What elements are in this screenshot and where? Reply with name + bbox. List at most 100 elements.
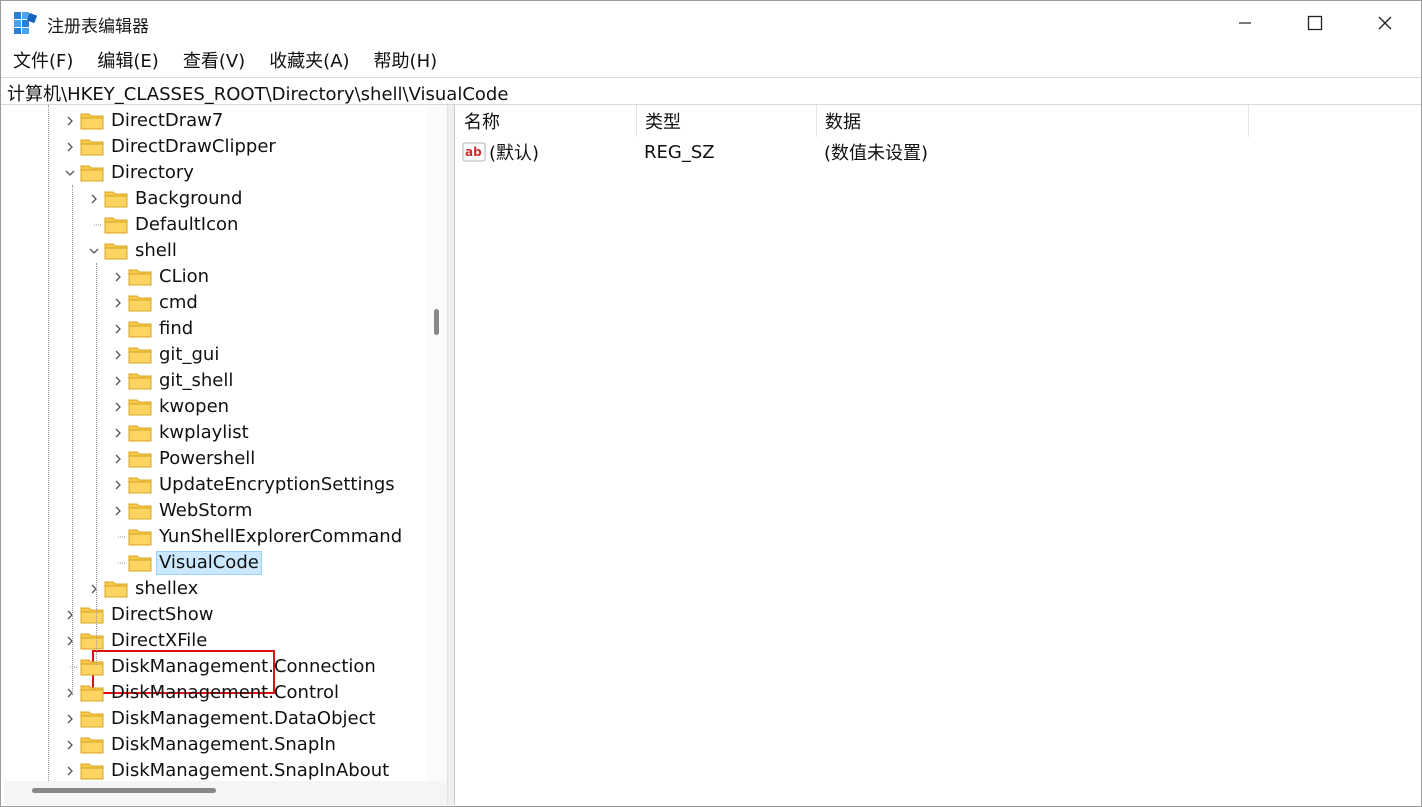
tree-connector — [62, 654, 78, 680]
folder-icon — [104, 238, 128, 264]
tree-item-visualcode[interactable]: VisualCode — [110, 550, 262, 576]
menu-bar: 文件(F) 编辑(E) 查看(V) 收藏夹(A) 帮助(H) — [1, 45, 1421, 75]
folder-icon — [128, 342, 152, 368]
value-type: REG_SZ — [644, 141, 715, 163]
folder-icon — [104, 576, 128, 602]
folder-icon — [104, 186, 128, 212]
tree-item-label: CLion — [159, 266, 210, 287]
column-header-type[interactable]: 类型 — [637, 105, 817, 137]
folder-icon — [128, 264, 152, 290]
tree-item-defaulticon[interactable]: DefaultIcon — [86, 212, 241, 238]
chevron-right-icon[interactable] — [110, 342, 126, 368]
tree-horizontal-scrollbar[interactable] — [4, 781, 447, 805]
chevron-right-icon[interactable] — [110, 290, 126, 316]
menu-edit[interactable]: 编辑(E) — [85, 47, 170, 73]
tree-connector — [110, 524, 126, 550]
chevron-right-icon[interactable] — [62, 706, 78, 732]
menu-view[interactable]: 查看(V) — [171, 47, 257, 73]
menu-favorites[interactable]: 收藏夹(A) — [257, 47, 361, 73]
menu-file[interactable]: 文件(F) — [1, 47, 85, 73]
tree-item-diskmanagement-snapin[interactable]: DiskManagement.SnapIn — [62, 732, 339, 758]
tree-item-label: DiskManagement.Connection — [111, 656, 376, 677]
values-list-pane[interactable]: 名称 类型 数据 ab (默认) REG_SZ (数值未设置) — [456, 105, 1420, 805]
tree-item-label: shell — [135, 240, 177, 261]
tree-item-label: WebStorm — [159, 500, 253, 521]
chevron-right-icon[interactable] — [62, 134, 78, 160]
tree-item-powershell[interactable]: Powershell — [110, 446, 258, 472]
pane-splitter[interactable] — [447, 105, 455, 805]
folder-icon — [128, 420, 152, 446]
menu-help[interactable]: 帮助(H) — [362, 47, 450, 73]
tree-item-label: DirectXFile — [111, 630, 208, 651]
title-bar[interactable]: 注册表编辑器 — [1, 1, 1421, 45]
tree-vertical-scrollbar[interactable] — [427, 105, 447, 781]
chevron-right-icon[interactable] — [62, 732, 78, 758]
chevron-right-icon[interactable] — [62, 108, 78, 134]
chevron-right-icon[interactable] — [86, 186, 102, 212]
chevron-right-icon[interactable] — [86, 576, 102, 602]
folder-icon — [128, 368, 152, 394]
folder-icon — [80, 654, 104, 680]
tree-item-diskmanagement-control[interactable]: DiskManagement.Control — [62, 680, 342, 706]
tree-item-directdraw7[interactable]: DirectDraw7 — [62, 108, 226, 134]
value-type-cell: REG_SZ — [644, 139, 715, 165]
chevron-right-icon[interactable] — [62, 680, 78, 706]
tree-item-label: kwplaylist — [159, 422, 249, 443]
address-path[interactable]: 计算机\HKEY_CLASSES_ROOT\Directory\shell\Vi… — [7, 80, 508, 106]
chevron-right-icon[interactable] — [110, 368, 126, 394]
chevron-right-icon[interactable] — [110, 394, 126, 420]
tree-item-label: UpdateEncryptionSettings — [159, 474, 395, 495]
chevron-right-icon[interactable] — [110, 498, 126, 524]
chevron-right-icon[interactable] — [110, 446, 126, 472]
tree-item-updateencryptionsettings[interactable]: UpdateEncryptionSettings — [110, 472, 398, 498]
column-header-data[interactable]: 数据 — [817, 105, 1249, 137]
tree-item-kwopen[interactable]: kwopen — [110, 394, 232, 420]
tree-item-git-shell[interactable]: git_shell — [110, 368, 236, 394]
key-tree-pane[interactable]: DirectDraw7 DirectDrawClipper Directory Bac… — [4, 105, 447, 805]
tree-item-find[interactable]: find — [110, 316, 196, 342]
folder-icon — [80, 108, 104, 134]
folder-icon — [128, 394, 152, 420]
tree-item-directshow[interactable]: DirectShow — [62, 602, 216, 628]
tree-item-background[interactable]: Background — [86, 186, 245, 212]
tree-guide-line — [72, 185, 73, 695]
chevron-right-icon[interactable] — [62, 758, 78, 784]
chevron-right-icon[interactable] — [110, 264, 126, 290]
folder-icon — [128, 498, 152, 524]
tree-item-diskmanagement-dataobject[interactable]: DiskManagement.DataObject — [62, 706, 379, 732]
chevron-right-icon[interactable] — [62, 602, 78, 628]
tree-item-clion[interactable]: CLion — [110, 264, 212, 290]
tree-item-kwplaylist[interactable]: kwplaylist — [110, 420, 252, 446]
chevron-right-icon[interactable] — [110, 316, 126, 342]
maximize-button[interactable] — [1281, 1, 1349, 45]
close-button[interactable] — [1351, 1, 1419, 45]
tree-item-directdrawclipper[interactable]: DirectDrawClipper — [62, 134, 279, 160]
value-row[interactable]: ab (默认) REG_SZ (数值未设置) — [456, 139, 1420, 165]
tree-item-directory[interactable]: Directory — [62, 160, 197, 186]
tree-item-shellex[interactable]: shellex — [86, 576, 201, 602]
tree-item-diskmanagement-connection[interactable]: DiskManagement.Connection — [62, 654, 379, 680]
column-header-name[interactable]: 名称 — [456, 105, 637, 137]
tree-item-diskmanagement-snapinabout[interactable]: DiskManagement.SnapInAbout — [62, 758, 392, 784]
folder-icon — [128, 550, 152, 576]
tree-vertical-scroll-thumb[interactable] — [434, 309, 439, 335]
tree-item-label: DiskManagement.SnapIn — [111, 734, 336, 755]
tree-item-yunshellexplorercommand[interactable]: YunShellExplorerCommand — [110, 524, 405, 550]
address-bar[interactable]: 计算机\HKEY_CLASSES_ROOT\Directory\shell\Vi… — [1, 77, 1421, 105]
tree-horizontal-scroll-thumb[interactable] — [32, 788, 216, 793]
value-name: (默认) — [489, 143, 540, 164]
tree-item-webstorm[interactable]: WebStorm — [110, 498, 255, 524]
tree-item-directxfile[interactable]: DirectXFile — [62, 628, 210, 654]
folder-icon — [80, 628, 104, 654]
chevron-right-icon[interactable] — [110, 472, 126, 498]
tree-item-cmd[interactable]: cmd — [110, 290, 201, 316]
tree-item-shell[interactable]: shell — [86, 238, 180, 264]
tree-item-git-gui[interactable]: git_gui — [110, 342, 222, 368]
minimize-button[interactable] — [1211, 1, 1279, 45]
chevron-down-icon[interactable] — [62, 160, 78, 186]
chevron-down-icon[interactable] — [86, 238, 102, 264]
folder-icon — [80, 134, 104, 160]
chevron-right-icon[interactable] — [62, 628, 78, 654]
value-data: (数值未设置) — [824, 143, 929, 164]
chevron-right-icon[interactable] — [110, 420, 126, 446]
